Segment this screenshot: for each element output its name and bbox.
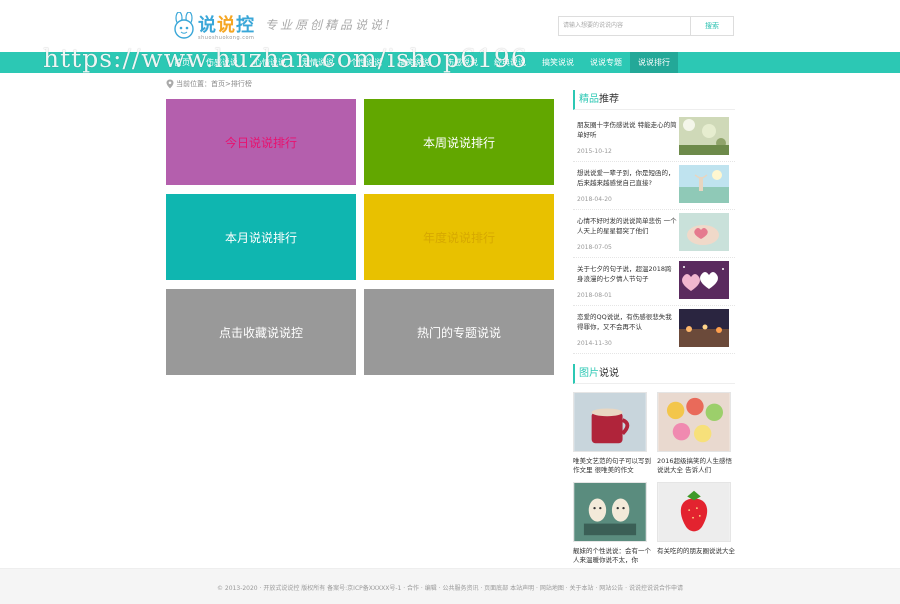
search-box: 搜索 — [558, 16, 734, 36]
picture-item[interactable]: 唯美文艺范的句子可以写到作文里 很唯美的作文 — [573, 392, 651, 475]
sidebar: 精品推荐 朋友圈十字伤感说说 特能走心的简单好听 2015-10-12 想说说爱… — [573, 90, 735, 572]
list-item[interactable]: 关于七夕的句子说，超温2018跨身浪漫的七夕情人节句子 2018-08-01 — [573, 258, 735, 306]
nav-item-sad[interactable]: 伤感说说 — [198, 52, 246, 73]
list-item-text[interactable]: 朋友圈十字伤感说说 特能走心的简单好听 — [577, 120, 677, 140]
picture-title: 图片说说 — [573, 364, 735, 384]
tile-month-ranking[interactable]: 本月说说排行 — [166, 194, 356, 280]
ranking-tiles: 今日说说排行 本周说说排行 本月说说排行 年度说说排行 点击收藏说说控 热门的专… — [166, 99, 554, 375]
tile-year-ranking[interactable]: 年度说说排行 — [364, 194, 554, 280]
list-item[interactable]: 恋爱的QQ说说，有伤感很悲失我得罪你，又不会再不认 2014-11-30 — [573, 306, 735, 354]
breadcrumb: 当前位置： 首页 > 排行榜 — [166, 79, 252, 89]
nav-item-funny-2[interactable]: 搞笑说说 — [534, 52, 582, 73]
thumbnail-image[interactable] — [679, 309, 729, 347]
nav-item-sad-2[interactable]: 伤感说说 — [438, 52, 486, 73]
recommend-title-accent: 精品 — [579, 94, 599, 105]
nav-item-classic[interactable]: 经典说说 — [486, 52, 534, 73]
nav-item-personal[interactable]: 个性说说 — [342, 52, 390, 73]
nav-item-ranking[interactable]: 说说排行 — [630, 52, 678, 73]
list-item-date: 2018-04-20 — [577, 196, 612, 203]
tile-today-ranking[interactable]: 今日说说排行 — [166, 99, 356, 185]
search-input[interactable] — [558, 16, 690, 36]
list-item-text[interactable]: 想说说爱一辈子到，你是短函的，后来越来越感觉自己直接? — [577, 168, 677, 188]
mascot-icon — [172, 11, 196, 40]
search-button[interactable]: 搜索 — [690, 16, 734, 36]
recommend-list: 朋友圈十字伤感说说 特能走心的简单好听 2015-10-12 想说说爱一辈子到，… — [573, 114, 735, 354]
main-nav: 首页 伤感说说 心情说说 爱情说说 个性说说 搞笑说说 伤感说说 经典说说 搞笑… — [0, 52, 900, 73]
nav-items: 首页 伤感说说 心情说说 爱情说说 个性说说 搞笑说说 伤感说说 经典说说 搞笑… — [166, 52, 678, 73]
nav-item-home[interactable]: 首页 — [166, 52, 198, 73]
site-header: 说说控 shuoshuokong.com 专业原创精品说说! 搜索 — [0, 0, 900, 52]
picture-title-rest: 说说 — [599, 368, 619, 379]
site-slogan: 专业原创精品说说! — [265, 18, 393, 32]
breadcrumb-home[interactable]: 首页 — [211, 79, 225, 89]
picture-caption[interactable]: 2016超级搞笑的人生感悟说说大全 告诉人们 — [657, 457, 735, 475]
picture-image[interactable] — [657, 392, 731, 452]
thumbnail-image[interactable] — [679, 261, 729, 299]
list-item-text[interactable]: 心情不好时发的说说简单悲伤 一个人天上的星星都突了他们 — [577, 216, 677, 236]
location-pin-icon — [166, 79, 174, 89]
thumbnail-image[interactable] — [679, 117, 729, 155]
logo-char-2: 说 — [217, 15, 236, 36]
list-item[interactable]: 朋友圈十字伤感说说 特能走心的简单好听 2015-10-12 — [573, 114, 735, 162]
picture-grid: 唯美文艺范的句子可以写到作文里 很唯美的作文 2016超级搞笑的人生感悟说说大全… — [573, 392, 735, 572]
breadcrumb-page: 排行榜 — [230, 80, 252, 88]
site-logo[interactable]: 说说控 shuoshuokong.com — [172, 9, 255, 43]
list-item-date: 2018-07-05 — [577, 244, 612, 251]
tile-hot-topics[interactable]: 热门的专题说说 — [364, 289, 554, 375]
picture-image[interactable] — [573, 482, 647, 542]
nav-item-topics[interactable]: 说说专题 — [582, 52, 630, 73]
picture-image[interactable] — [657, 482, 731, 542]
list-item-date: 2014-11-30 — [577, 340, 612, 347]
nav-item-mood[interactable]: 心情说说 — [246, 52, 294, 73]
thumbnail-image[interactable] — [679, 213, 729, 251]
recommend-title-rest: 推荐 — [599, 94, 619, 105]
tile-week-ranking[interactable]: 本周说说排行 — [364, 99, 554, 185]
picture-caption[interactable]: 有关吃的的朋友圈说说大全 — [657, 547, 735, 565]
nav-item-love[interactable]: 爱情说说 — [294, 52, 342, 73]
picture-item[interactable]: 靓妹的个性说说：会有一个人来温暖你说不太，你 — [573, 482, 651, 565]
list-item-date: 2015-10-12 — [577, 148, 612, 155]
picture-title-accent: 图片 — [579, 368, 599, 379]
list-item-text[interactable]: 恋爱的QQ说说，有伤感很悲失我得罪你，又不会再不认 — [577, 312, 677, 332]
picture-caption[interactable]: 唯美文艺范的句子可以写到作文里 很唯美的作文 — [573, 457, 651, 475]
picture-item[interactable]: 2016超级搞笑的人生感悟说说大全 告诉人们 — [657, 392, 735, 475]
picture-item[interactable]: 有关吃的的朋友圈说说大全 — [657, 482, 735, 565]
logo-char-3: 控 — [236, 15, 255, 36]
breadcrumb-label: 当前位置： — [176, 80, 211, 88]
logo-char-1: 说 — [198, 15, 217, 36]
list-item[interactable]: 心情不好时发的说说简单悲伤 一个人天上的星星都突了他们 2018-07-05 — [573, 210, 735, 258]
list-item-text[interactable]: 关于七夕的句子说，超温2018跨身浪漫的七夕情人节句子 — [577, 264, 677, 284]
logo-text: 说说控 — [198, 15, 255, 37]
footer-text: © 2013-2020 · 开放式说说控 版权所有 备案号:京ICP备XXXXX… — [217, 585, 683, 592]
picture-caption[interactable]: 靓妹的个性说说：会有一个人来温暖你说不太，你 — [573, 547, 651, 565]
list-item[interactable]: 想说说爱一辈子到，你是短函的，后来越来越感觉自己直接? 2018-04-20 — [573, 162, 735, 210]
recommend-title: 精品推荐 — [573, 90, 735, 110]
site-footer: © 2013-2020 · 开放式说说控 版权所有 备案号:京ICP备XXXXX… — [0, 568, 900, 604]
picture-image[interactable] — [573, 392, 647, 452]
logo-domain: shuoshuokong.com — [198, 35, 255, 41]
thumbnail-image[interactable] — [679, 165, 729, 203]
list-item-date: 2018-08-01 — [577, 292, 612, 299]
nav-item-funny[interactable]: 搞笑说说 — [390, 52, 438, 73]
tile-bookmark-site[interactable]: 点击收藏说说控 — [166, 289, 356, 375]
